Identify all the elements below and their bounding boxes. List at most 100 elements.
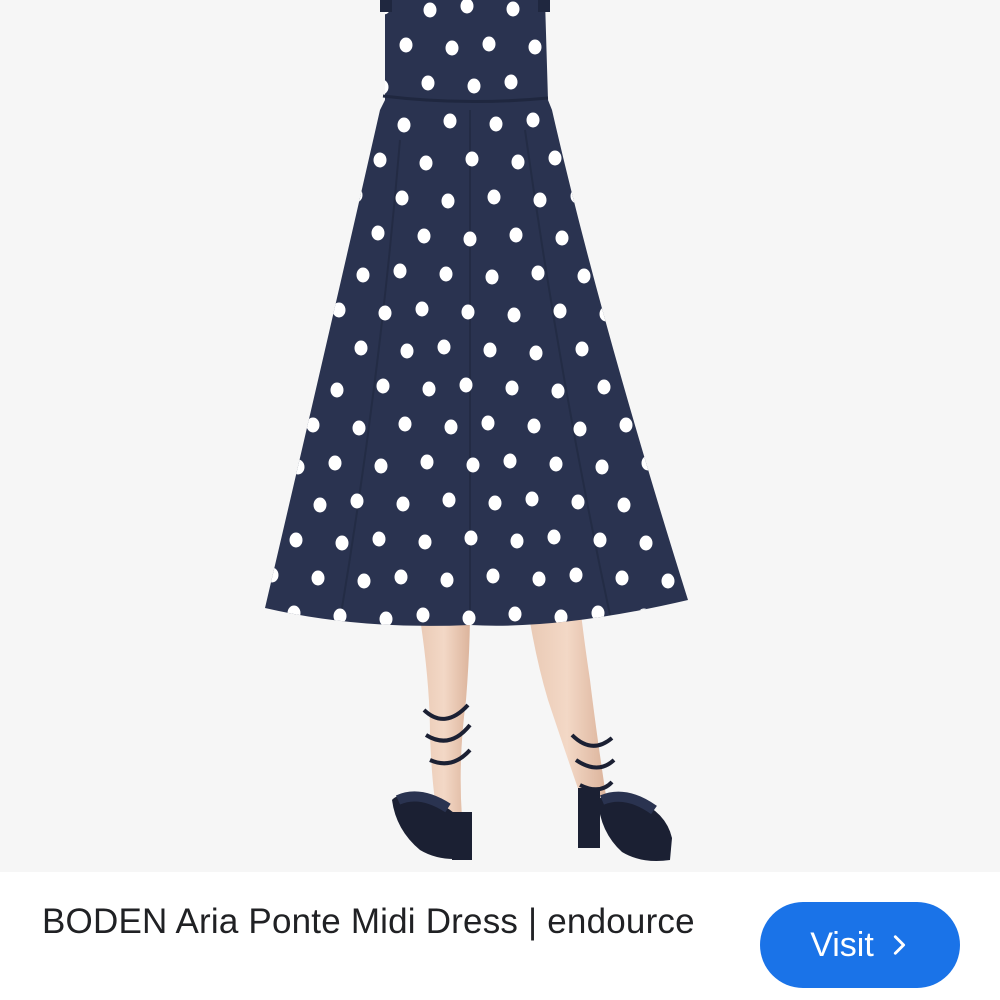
polka-dot <box>440 572 454 588</box>
polka-dot <box>397 117 411 133</box>
result-title[interactable]: BODEN Aria Ponte Midi Dress | endource <box>42 898 702 946</box>
polka-dot <box>459 377 473 393</box>
polka-dot <box>467 78 481 94</box>
polka-dot <box>548 150 562 166</box>
polka-dot <box>444 419 458 435</box>
chevron-right-icon <box>888 934 910 956</box>
polka-dot <box>531 265 545 281</box>
polka-dot <box>571 494 585 510</box>
polka-dot <box>533 192 547 208</box>
polka-dot <box>573 421 587 437</box>
left-strap <box>380 0 392 12</box>
polka-dot <box>466 457 480 473</box>
polka-dot <box>483 342 497 358</box>
right-strap <box>538 0 550 12</box>
polka-dot <box>376 378 390 394</box>
polka-dot <box>418 534 432 550</box>
polka-dot <box>511 154 525 170</box>
product-photo <box>0 0 1000 872</box>
polka-dot <box>357 573 371 589</box>
polka-dot <box>441 193 455 209</box>
image-result-viewer: BODEN Aria Ponte Midi Dress | endource V… <box>0 0 1000 1000</box>
polka-dot <box>335 535 349 551</box>
polka-dot <box>529 345 543 361</box>
polka-dot <box>597 379 611 395</box>
polka-dot <box>487 189 501 205</box>
polka-dot <box>421 75 435 91</box>
polka-dot <box>372 531 386 547</box>
polka-dot <box>489 116 503 132</box>
polka-dot <box>437 339 451 355</box>
polka-dot <box>577 268 591 284</box>
polka-dot <box>507 307 521 323</box>
polka-dot <box>569 567 583 583</box>
polka-dot <box>509 227 523 243</box>
polka-dot <box>443 113 457 129</box>
polka-dot <box>505 380 519 396</box>
polka-dot <box>445 40 459 56</box>
polka-dot <box>396 496 410 512</box>
polka-dot <box>619 417 633 433</box>
polka-dot <box>463 231 477 247</box>
polka-dot <box>399 37 413 53</box>
polka-dot <box>356 267 370 283</box>
polka-dot <box>482 36 496 52</box>
polka-dot <box>330 382 344 398</box>
polka-dot <box>593 532 607 548</box>
polka-dot <box>508 606 522 622</box>
visit-label: Visit <box>810 925 874 964</box>
polka-dot <box>417 228 431 244</box>
polka-dot <box>371 225 385 241</box>
polka-dot <box>639 535 653 551</box>
polka-dot <box>350 493 364 509</box>
polka-dot <box>527 418 541 434</box>
polka-dot <box>461 304 475 320</box>
polka-dot <box>289 532 303 548</box>
polka-dot <box>488 495 502 511</box>
polka-dot <box>378 305 392 321</box>
polka-dot <box>575 341 589 357</box>
polka-dot <box>510 533 524 549</box>
polka-dot <box>551 383 565 399</box>
visit-button[interactable]: Visit <box>760 902 960 988</box>
polka-dot <box>464 530 478 546</box>
product-image[interactable] <box>0 0 1000 872</box>
polka-dot <box>503 453 517 469</box>
polka-dot <box>439 266 453 282</box>
polka-dot <box>354 340 368 356</box>
polka-dot <box>553 303 567 319</box>
polka-dot <box>352 420 366 436</box>
polka-dot <box>415 301 429 317</box>
polka-dot <box>555 230 569 246</box>
polka-dot <box>549 456 563 472</box>
polka-dot <box>422 381 436 397</box>
polka-dot <box>504 74 518 90</box>
polka-dot <box>481 415 495 431</box>
polka-dot <box>525 491 539 507</box>
polka-dot <box>532 571 546 587</box>
polka-dot <box>526 112 540 128</box>
polka-dot <box>442 492 456 508</box>
polka-dot <box>486 568 500 584</box>
polka-dot <box>615 570 629 586</box>
polka-dot <box>661 573 675 589</box>
polka-dot <box>485 269 499 285</box>
polka-dot <box>373 152 387 168</box>
polka-dot <box>420 454 434 470</box>
polka-dot <box>617 497 631 513</box>
polka-dot <box>393 263 407 279</box>
result-footer: BODEN Aria Ponte Midi Dress | endource V… <box>0 872 1000 1000</box>
polka-dot <box>374 458 388 474</box>
polka-dot <box>528 39 542 55</box>
polka-dot <box>311 570 325 586</box>
polka-dot <box>423 2 437 18</box>
polka-dot <box>595 459 609 475</box>
polka-dot <box>506 1 520 17</box>
polka-dot <box>313 497 327 513</box>
polka-dot <box>398 416 412 432</box>
polka-dot <box>400 343 414 359</box>
polka-dot <box>462 610 476 626</box>
polka-dot <box>328 455 342 471</box>
polka-dot <box>394 569 408 585</box>
polka-dot <box>379 611 393 626</box>
